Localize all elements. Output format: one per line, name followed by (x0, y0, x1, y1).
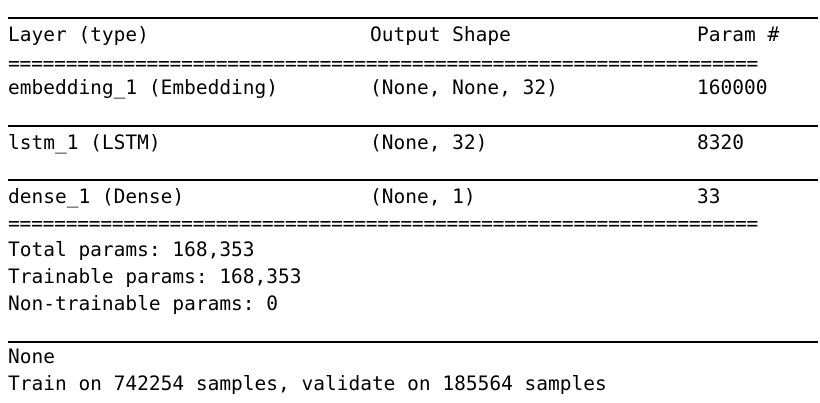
header-layer-type: Layer (type) (8, 23, 149, 46)
header-separator: ========================================… (8, 56, 759, 72)
total-params: Total params: 168,353 (8, 238, 255, 261)
table-row-shape: (None, 1) (370, 185, 476, 208)
table-row-params: 160000 (697, 76, 768, 99)
bottom-rule (8, 341, 818, 343)
table-row-params: 8320 (697, 131, 744, 154)
table-row-layer: embedding_1 (Embedding) (8, 76, 279, 99)
header-output-shape: Output Shape (370, 23, 511, 46)
footer-separator: ========================================… (8, 216, 759, 232)
row-divider (8, 179, 818, 181)
table-row-layer: lstm_1 (LSTM) (8, 131, 161, 154)
trainable-params: Trainable params: 168,353 (8, 265, 302, 288)
table-row-layer: dense_1 (Dense) (8, 185, 185, 208)
return-value: None (8, 345, 55, 368)
table-row-params: 33 (697, 185, 721, 208)
header-param-count: Param # (697, 23, 780, 46)
row-divider (8, 125, 818, 127)
top-rule (8, 17, 818, 19)
table-row-shape: (None, 32) (370, 131, 488, 154)
table-row-shape: (None, None, 32) (370, 76, 558, 99)
train-message: Train on 742254 samples, validate on 185… (8, 372, 607, 395)
non-trainable-params: Non-trainable params: 0 (8, 292, 279, 315)
